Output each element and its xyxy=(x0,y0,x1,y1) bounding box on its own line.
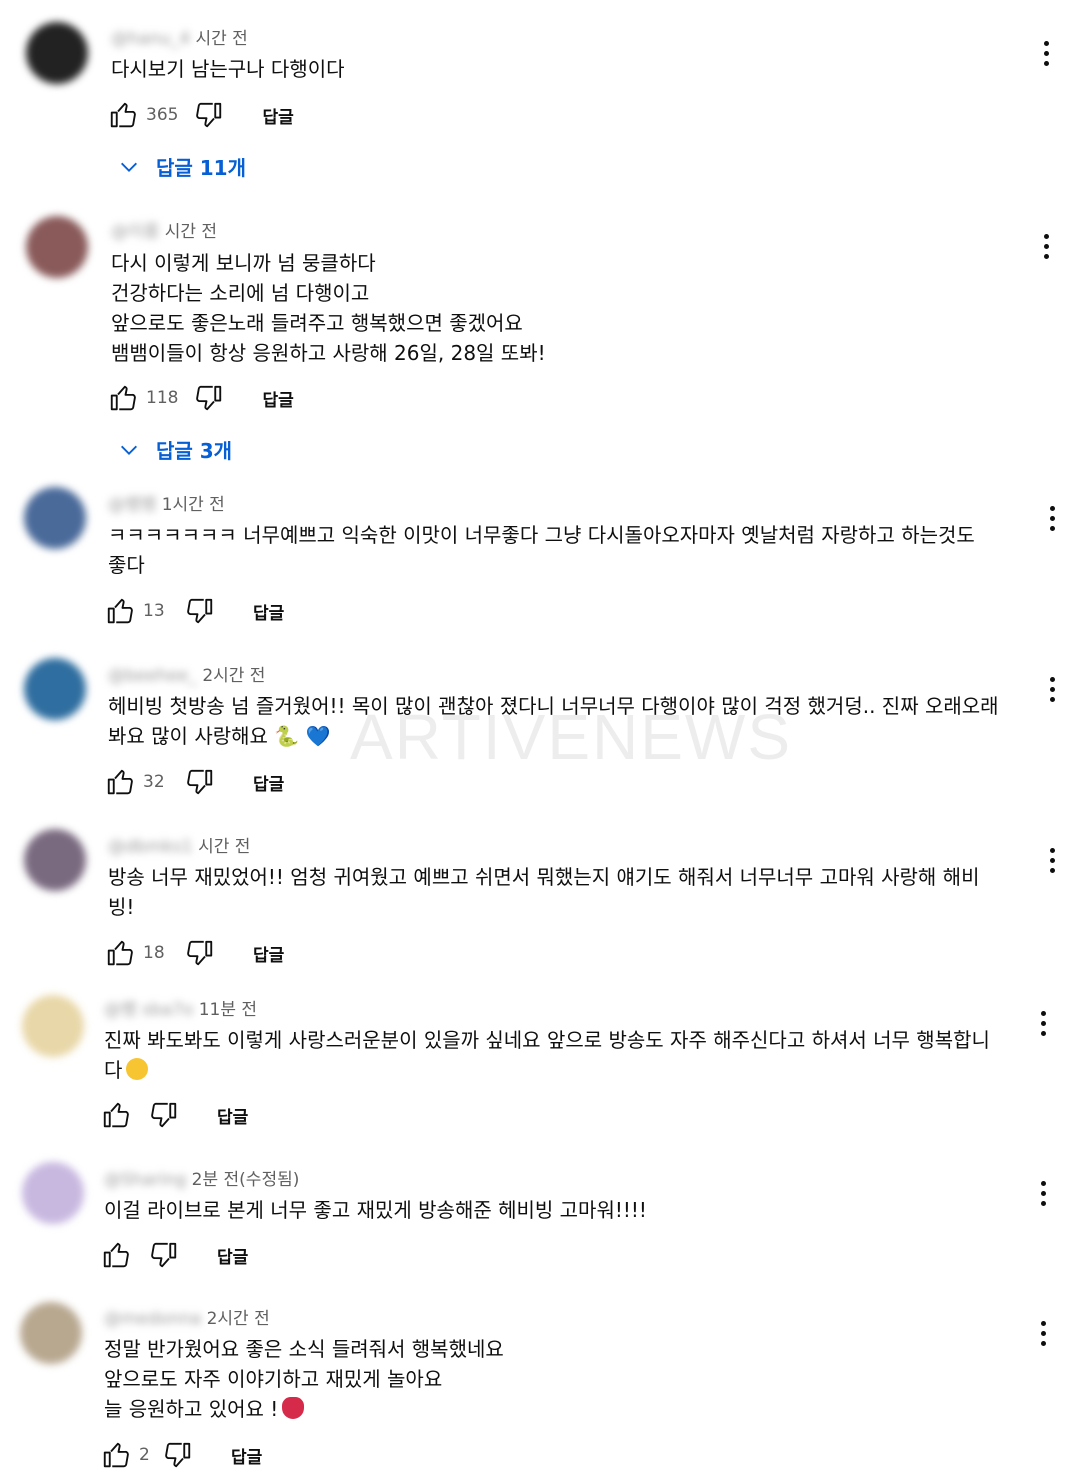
chevron-down-icon xyxy=(121,162,137,172)
dislike-icon[interactable] xyxy=(183,594,217,628)
comment-text: ㅋㅋㅋㅋㅋㅋㅋ 너무예쁘고 익숙한 이맛이 너무좋다 그냥 다시돌아오자마자 옛… xyxy=(108,523,975,577)
comment-text: 정말 반가웠어요 좋은 소식 들려줘서 행복했네요 앞으로도 자주 이야기하고 … xyxy=(104,1334,504,1424)
comment-actions: 32 답글 xyxy=(103,765,284,799)
comment-meta: @뱀뱀 1시간 전 xyxy=(108,490,225,515)
avatar[interactable] xyxy=(22,1162,84,1224)
replies-count-label: 답글 11개 xyxy=(156,156,246,180)
comment-text: 이걸 라이브로 본게 너무 좋고 재밌게 방송해준 헤비빙 고마워!!!! xyxy=(104,1198,647,1222)
comment-meta: @Sharing 2분 전(수정됨) xyxy=(104,1165,299,1190)
like-count: 18 xyxy=(143,943,165,963)
comment-text: 다시보기 남는구나 다행이다 xyxy=(111,57,345,81)
comment-text: 진짜 봐도봐도 이렇게 사랑스러운분이 있을까 싶네요 앞으로 방송도 자주 해… xyxy=(104,1025,990,1085)
reply-button[interactable]: 답글 xyxy=(253,770,284,795)
comment-text: 헤비빙 첫방송 넘 즐거웠어!! 목이 많이 괜찮아 졌다니 너무너무 다행이야… xyxy=(108,694,999,748)
like-icon[interactable] xyxy=(99,1438,133,1472)
like-count: 13 xyxy=(143,601,165,621)
more-options-icon[interactable] xyxy=(1036,1011,1050,1041)
author-handle[interactable]: @뱀뱀 xyxy=(108,495,156,515)
like-icon[interactable] xyxy=(106,98,140,132)
comment-actions: 365 답글 xyxy=(106,98,294,132)
dislike-icon[interactable] xyxy=(161,1438,195,1472)
replies-toggle[interactable]: 답글 11개 xyxy=(118,152,246,181)
dislike-icon[interactable] xyxy=(183,765,217,799)
dislike-icon[interactable] xyxy=(183,936,217,970)
reply-button[interactable]: 답글 xyxy=(217,1103,248,1128)
like-count: 32 xyxy=(143,772,165,792)
comment-text: 다시 이렇게 보니까 넘 뭉클하다 건강하다는 소리에 넘 다행이고 앞으로도 … xyxy=(111,251,546,365)
comment-actions: 답글 xyxy=(99,1238,248,1272)
author-handle[interactable]: @hanu_4 xyxy=(111,29,190,49)
comment-meta: @beehee_ 2시간 전 xyxy=(108,661,265,686)
dislike-icon[interactable] xyxy=(192,381,226,415)
comment-actions: 13 답글 xyxy=(103,594,284,628)
timestamp[interactable]: 시간 전 xyxy=(165,222,217,242)
heart-creature-emoji-icon xyxy=(282,1397,305,1419)
more-options-icon[interactable] xyxy=(1039,234,1053,264)
like-icon[interactable] xyxy=(103,936,137,970)
dislike-icon[interactable] xyxy=(147,1238,181,1272)
like-count: 365 xyxy=(146,105,179,125)
more-options-icon[interactable] xyxy=(1036,1181,1050,1211)
timestamp[interactable]: 2시간 전 xyxy=(202,666,265,686)
smiling-face-emoji-icon xyxy=(126,1058,149,1080)
reply-button[interactable]: 답글 xyxy=(217,1243,248,1268)
comment-meta: @medonna 2시간 전 xyxy=(104,1304,270,1329)
dislike-icon[interactable] xyxy=(192,98,226,132)
timestamp[interactable]: 11분 전 xyxy=(199,1000,257,1020)
comment-meta: @hanu_4 시간 전 xyxy=(111,24,248,49)
comment-actions: 답글 xyxy=(99,1098,248,1132)
more-options-icon[interactable] xyxy=(1045,848,1059,878)
comment-actions: 118 답글 xyxy=(106,381,294,415)
timestamp[interactable]: 시간 전 xyxy=(195,29,247,49)
avatar[interactable] xyxy=(24,829,86,891)
like-icon[interactable] xyxy=(103,594,137,628)
chevron-down-icon xyxy=(121,445,137,455)
avatar[interactable] xyxy=(24,658,86,720)
comment-text-content: 진짜 봐도봐도 이렇게 사랑스러운분이 있을까 싶네요 앞으로 방송도 자주 해… xyxy=(104,1028,990,1082)
more-options-icon[interactable] xyxy=(1039,41,1053,71)
avatar[interactable] xyxy=(22,995,84,1057)
author-handle[interactable]: @뱀 sba7o xyxy=(104,1000,193,1020)
avatar[interactable] xyxy=(26,22,88,84)
like-count: 118 xyxy=(146,388,179,408)
comment-actions: 18 답글 xyxy=(103,936,284,970)
comment-meta: @dbmks1 시간 전 xyxy=(108,832,250,857)
timestamp[interactable]: 2분 전(수정됨) xyxy=(192,1170,300,1190)
comment-actions: 2 답글 xyxy=(99,1438,262,1472)
author-handle[interactable]: @beehee_ xyxy=(108,666,197,686)
reply-button[interactable]: 답글 xyxy=(253,599,284,624)
avatar[interactable] xyxy=(26,216,88,278)
like-count: 2 xyxy=(139,1445,150,1465)
author-handle[interactable]: @Sharing xyxy=(104,1170,186,1190)
author-handle[interactable]: @dbmks1 xyxy=(108,837,193,857)
like-icon[interactable] xyxy=(99,1238,133,1272)
reply-button[interactable]: 답글 xyxy=(262,103,293,128)
more-options-icon[interactable] xyxy=(1045,677,1059,707)
like-icon[interactable] xyxy=(106,381,140,415)
dislike-icon[interactable] xyxy=(147,1098,181,1132)
replies-toggle[interactable]: 답글 3개 xyxy=(118,435,232,464)
comment-meta: @이름 시간 전 xyxy=(111,217,217,242)
reply-button[interactable]: 답글 xyxy=(231,1443,262,1468)
more-options-icon[interactable] xyxy=(1045,506,1059,536)
reply-button[interactable]: 답글 xyxy=(253,941,284,966)
avatar[interactable] xyxy=(20,1302,82,1364)
author-handle[interactable]: @medonna xyxy=(104,1309,201,1329)
reply-button[interactable]: 답글 xyxy=(262,386,293,411)
timestamp[interactable]: 2시간 전 xyxy=(207,1309,270,1329)
timestamp[interactable]: 1시간 전 xyxy=(162,495,225,515)
timestamp[interactable]: 시간 전 xyxy=(198,837,250,857)
avatar[interactable] xyxy=(24,487,86,549)
comment-meta: @뱀 sba7o 11분 전 xyxy=(104,995,257,1020)
comment-text: 방송 너무 재밌었어!! 엄청 귀여웠고 예쁘고 쉬면서 뭐했는지 얘기도 해줘… xyxy=(108,865,980,919)
replies-count-label: 답글 3개 xyxy=(156,439,233,463)
like-icon[interactable] xyxy=(103,765,137,799)
author-handle[interactable]: @이름 xyxy=(111,222,159,242)
like-icon[interactable] xyxy=(99,1098,133,1132)
more-options-icon[interactable] xyxy=(1036,1321,1050,1351)
